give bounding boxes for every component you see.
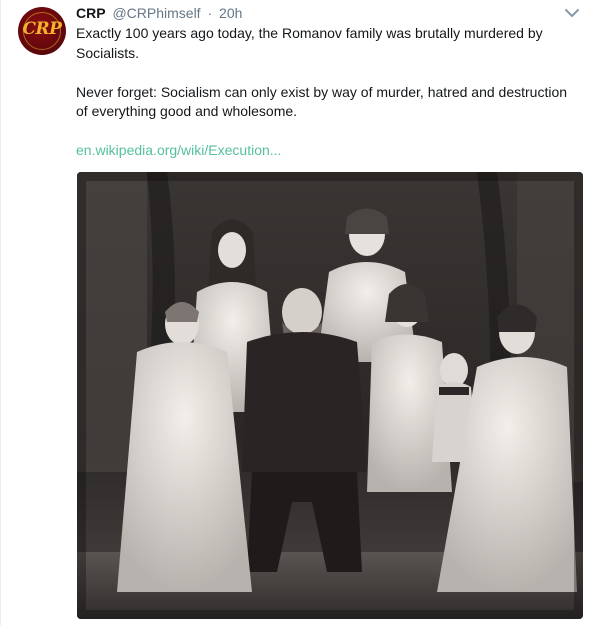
chevron-down-icon[interactable]: [564, 6, 580, 20]
tweet-paragraph-2: Never forget: Socialism can only exist b…: [76, 83, 568, 120]
author-name[interactable]: CRP: [76, 5, 106, 21]
tweet-card[interactable]: CRP CRP @CRPhimself · 20h Exactly 100 ye…: [0, 0, 590, 625]
tweet-timestamp[interactable]: 20h: [219, 5, 242, 21]
author-handle[interactable]: @CRPhimself: [112, 5, 200, 21]
tweet-header: CRP @CRPhimself · 20h: [76, 4, 242, 22]
header-separator: ·: [207, 5, 213, 21]
tweet-paragraph-1: Exactly 100 years ago today, the Romanov…: [76, 25, 543, 61]
tweet-photo[interactable]: [77, 172, 583, 619]
avatar[interactable]: CRP: [18, 7, 66, 55]
tweet-text: Exactly 100 years ago today, the Romanov…: [76, 24, 581, 161]
tweet-link[interactable]: en.wikipedia.org/wiki/Execution...: [76, 141, 581, 161]
family-photo: [77, 172, 583, 619]
avatar-logo-text: CRP: [22, 19, 62, 39]
